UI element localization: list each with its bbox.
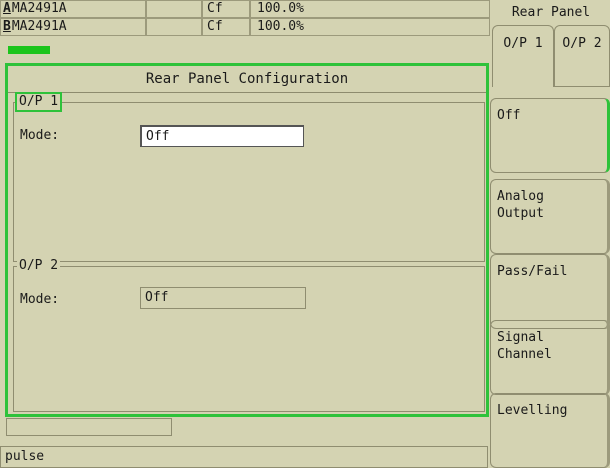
rear-panel-config-dialog: Rear Panel Configuration O/P 1 Mode: Off…	[5, 63, 489, 417]
obscured-readout-row	[0, 38, 490, 54]
op2-mode-label: Mode:	[20, 292, 60, 307]
tab-op2[interactable]: O/P 2	[554, 25, 610, 87]
op2-mode-field[interactable]: Off	[140, 287, 306, 309]
softkey-pass-fail[interactable]: Pass/Fail	[490, 254, 610, 329]
op2-group-label[interactable]: O/P 2	[17, 258, 61, 274]
side-panel-title: Rear Panel	[511, 5, 591, 20]
op1-mode-field[interactable]: Off	[140, 125, 304, 147]
sensor-a-model-cell: AMA2491A	[0, 0, 146, 18]
op1-mode-label: Mode:	[20, 128, 60, 143]
softkey-analog-output[interactable]: Analog Output	[490, 179, 610, 254]
sensor-b-value: 100.0%	[250, 18, 490, 36]
tab-op1[interactable]: O/P 1	[492, 25, 554, 87]
op1-group: O/P 1 Mode: Off	[13, 92, 485, 262]
dialog-title: Rear Panel Configuration	[8, 66, 486, 93]
obscured-channel-highlight	[8, 46, 50, 54]
softkey-signal-channel[interactable]: Signal Channel	[490, 320, 610, 395]
op1-group-label[interactable]: O/P 1	[14, 92, 63, 112]
status-bar: pulse	[0, 446, 488, 468]
sensor-a-cal: Cf	[202, 0, 250, 18]
sensor-b-letter: B	[3, 19, 11, 34]
sensor-a-value: 100.0%	[250, 0, 490, 18]
sensor-a-letter: A	[3, 1, 11, 16]
softkey-levelling[interactable]: Levelling	[490, 393, 610, 468]
sensor-row-a: AMA2491A Cf 100.0%	[0, 0, 490, 18]
lower-readout-box	[6, 418, 172, 436]
sensor-b-model: MA2491A	[11, 19, 67, 34]
sensor-a-model: MA2491A	[11, 1, 67, 16]
softkey-off[interactable]: Off	[490, 98, 610, 173]
sensor-a-spacer	[146, 0, 202, 18]
op2-group: O/P 2 Mode: Off	[13, 258, 485, 412]
sensor-b-cal: Cf	[202, 18, 250, 36]
sensor-row-b: BMA2491A Cf 100.0%	[0, 18, 490, 36]
sensor-b-model-cell: BMA2491A	[0, 18, 146, 36]
sensor-b-spacer	[146, 18, 202, 36]
